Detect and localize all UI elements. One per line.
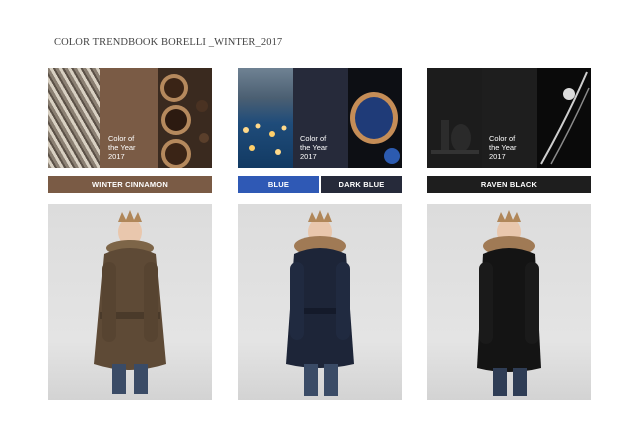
model-photo: [427, 204, 591, 400]
model-photo: [48, 204, 212, 400]
color-label-winter-cinnamon: WINTER CINNAMON: [48, 176, 212, 193]
color-label-blue: BLUE: [238, 176, 319, 193]
model-photo: [238, 204, 402, 400]
lanterns-image: [238, 68, 293, 168]
color-label-raven-black: RAVEN BLACK: [427, 176, 591, 193]
trend-column-winter-cinnamon: Color of the Year 2017 WINTER CINNAMON: [48, 68, 212, 400]
color-swatch-card: Color of the Year 2017: [48, 68, 212, 168]
architecture-image: [48, 68, 100, 168]
coffee-beans-image: [158, 68, 212, 168]
color-label-dark-blue: DARK BLUE: [321, 176, 402, 193]
trend-column-raven-black: Color of the Year 2017 RAVEN BLACK: [427, 68, 591, 400]
vases-image: [427, 68, 482, 168]
color-of-year-text: Color of the Year 2017: [108, 134, 136, 161]
color-of-year-text: Color of the Year 2017: [300, 134, 328, 161]
color-of-year-text: Color of the Year 2017: [489, 134, 517, 161]
color-swatch-card: Color of the Year 2017: [238, 68, 402, 168]
trend-column-blue: Color of the Year 2017 BLUE DARK BLUE: [238, 68, 402, 400]
abstract-image: [537, 68, 591, 168]
color-swatch-card: Color of the Year 2017: [427, 68, 591, 168]
page-title: COLOR TRENDBOOK BORELLI _WINTER_2017: [54, 37, 283, 48]
blueberries-image: [348, 68, 402, 168]
